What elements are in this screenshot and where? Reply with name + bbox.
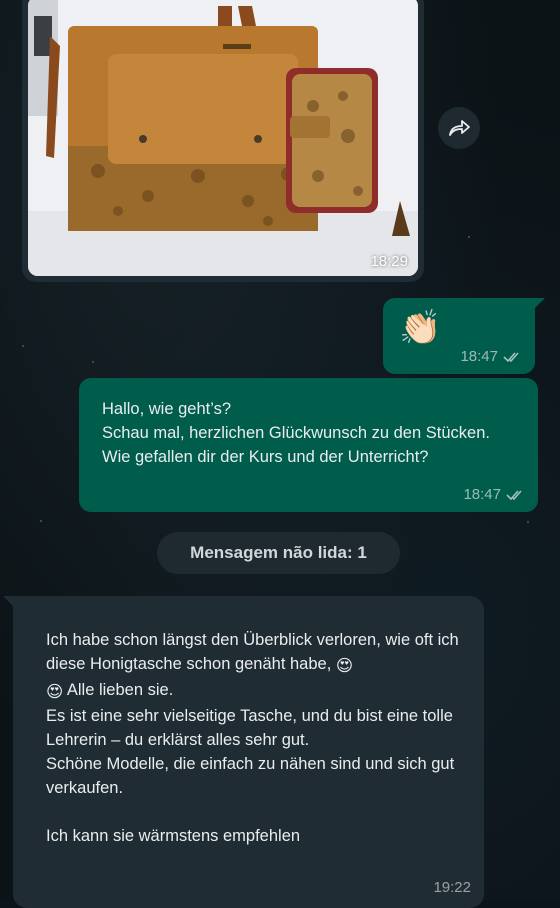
double-check-icon: [503, 351, 519, 362]
forward-icon: [449, 120, 470, 136]
greeting-message-time: 18:47: [463, 486, 501, 503]
image-message[interactable]: 18:29: [22, 0, 424, 282]
forward-button[interactable]: [438, 107, 480, 149]
heart-eyes-emoji: 😍: [46, 683, 64, 701]
bubble-tail: [3, 596, 15, 608]
incoming-message-reply[interactable]: Ich habe schon längst den Überblick verl…: [3, 596, 484, 908]
clap-emoji: 👏🏻: [399, 309, 442, 347]
outgoing-message-clap[interactable]: 👏🏻 18:47: [383, 298, 545, 374]
message-meta: 18:47: [463, 486, 526, 503]
bubble-tail: [533, 298, 545, 310]
bag-photo-illustration: [28, 0, 418, 276]
outgoing-message-greeting[interactable]: Hallo, wie geht’s? Schau mal, herzlichen…: [79, 378, 538, 512]
clap-message-time: 18:47: [460, 348, 498, 365]
message-meta: 18:47: [460, 348, 523, 365]
heart-eyes-emoji: 😍: [335, 657, 354, 675]
reply-text-part-2: Alle lieben sie. Es ist eine sehr vielse…: [46, 681, 455, 845]
unread-messages-divider: Mensagem não lida: 1: [157, 532, 400, 574]
image-message-time: 18:29: [370, 253, 408, 270]
reply-message-text: Ich habe schon längst den Überblick verl…: [46, 628, 460, 848]
double-check-icon: [506, 489, 522, 500]
reply-text-part-1: Ich habe schon längst den Überblick verl…: [46, 631, 464, 673]
greeting-message-text: Hallo, wie geht’s? Schau mal, herzlichen…: [102, 400, 490, 466]
reply-message-time: 19:22: [433, 879, 471, 896]
bag-photo[interactable]: [28, 0, 418, 276]
